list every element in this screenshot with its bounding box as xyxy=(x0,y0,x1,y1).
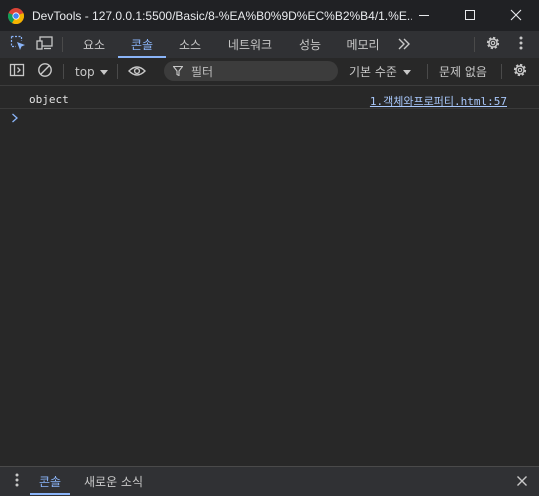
gear-icon xyxy=(485,35,501,55)
tab-memory[interactable]: 메모리 xyxy=(334,31,392,58)
inspect-element-button[interactable] xyxy=(6,31,30,58)
minimize-icon xyxy=(418,6,430,25)
console-output[interactable]: object 1.객체와프로퍼티.html:57 xyxy=(0,86,539,466)
chevron-right-icon[interactable] xyxy=(11,112,19,126)
chrome-logo-icon xyxy=(7,7,25,24)
toolbar-divider xyxy=(427,64,428,79)
toolbar-divider xyxy=(117,64,118,79)
tab-elements[interactable]: 요소 xyxy=(72,31,116,58)
drawer-menu-button[interactable] xyxy=(5,467,29,495)
more-tabs-button[interactable] xyxy=(392,31,416,58)
drawer-tab-bar: 콘솔 새로운 소식 xyxy=(0,466,539,496)
drawer-tab-console[interactable]: 콘솔 xyxy=(30,467,71,495)
filter-funnel-icon xyxy=(173,66,183,76)
issues-label: 문제 없음 xyxy=(439,65,487,79)
toolbar-divider xyxy=(501,64,502,79)
tab-console[interactable]: 콘솔 xyxy=(118,31,166,58)
minimize-button[interactable] xyxy=(401,0,447,31)
block-icon xyxy=(37,62,53,82)
message-text: object xyxy=(29,93,69,106)
tab-label: 네트워크 xyxy=(227,38,273,52)
drawer-tab-label: 콘솔 xyxy=(39,474,62,489)
gear-icon xyxy=(512,62,528,82)
tab-label: 소스 xyxy=(178,38,202,52)
kebab-menu-icon xyxy=(15,472,19,491)
inspect-element-icon xyxy=(10,35,26,55)
chevron-double-right-icon xyxy=(397,35,411,54)
log-level-dropdown[interactable]: 기본 수준 xyxy=(349,58,411,85)
title-bar: DevTools - 127.0.0.1:5500/Basic/8-%EA%B0… xyxy=(0,0,539,31)
drawer-tab-label: 새로운 소식 xyxy=(84,474,144,489)
devtools-window: DevTools - 127.0.0.1:5500/Basic/8-%EA%B0… xyxy=(0,0,539,496)
live-expression-button[interactable] xyxy=(124,58,150,85)
caret-down-icon xyxy=(99,65,108,79)
tab-network[interactable]: 네트워크 xyxy=(214,31,286,58)
device-toolbar-button[interactable] xyxy=(33,31,57,58)
sidebar-toggle-icon xyxy=(9,62,25,82)
tab-label: 콘솔 xyxy=(130,38,154,52)
settings-button[interactable] xyxy=(481,31,505,58)
close-icon xyxy=(516,472,528,491)
message-source-link[interactable]: 1.객체와프로퍼티.html:57 xyxy=(370,93,507,109)
panel-tab-bar: 요소 콘솔 소스 네트워크 성능 메모리 xyxy=(0,31,539,59)
customize-menu-button[interactable] xyxy=(509,31,533,58)
toolbar-divider xyxy=(474,37,475,52)
maximize-icon xyxy=(464,6,476,25)
context-selector[interactable]: top xyxy=(75,58,108,85)
device-toggle-icon xyxy=(36,35,54,55)
tab-label: 요소 xyxy=(82,38,106,52)
tab-label: 메모리 xyxy=(346,38,380,52)
window-title: DevTools - 127.0.0.1:5500/Basic/8-%EA%B0… xyxy=(32,8,412,23)
kebab-menu-icon xyxy=(519,35,523,54)
console-message: object 1.객체와프로퍼티.html:57 xyxy=(0,90,539,109)
context-label: top xyxy=(75,64,95,79)
clear-console-button[interactable] xyxy=(33,58,57,85)
drawer-tab-whats-new[interactable]: 새로운 소식 xyxy=(84,467,143,495)
close-window-button[interactable] xyxy=(493,0,539,31)
maximize-button[interactable] xyxy=(447,0,493,31)
issues-counter[interactable]: 문제 없음 xyxy=(439,58,487,85)
log-level-label: 기본 수준 xyxy=(349,65,397,79)
tab-performance[interactable]: 성능 xyxy=(288,31,332,58)
toolbar-divider xyxy=(63,64,64,79)
close-icon xyxy=(510,6,522,25)
filter-input[interactable]: 필터 xyxy=(164,61,338,81)
tab-sources[interactable]: 소스 xyxy=(168,31,212,58)
caret-down-icon xyxy=(402,65,411,79)
tab-label: 성능 xyxy=(298,38,322,52)
filter-placeholder: 필터 xyxy=(191,64,214,79)
show-sidebar-button[interactable] xyxy=(5,58,29,85)
console-settings-button[interactable] xyxy=(508,58,532,85)
console-toolbar: top 필터 기본 수준 문제 없음 xyxy=(0,58,539,86)
toolbar-divider xyxy=(62,37,63,52)
eye-icon xyxy=(128,62,146,81)
close-drawer-button[interactable] xyxy=(510,467,534,495)
